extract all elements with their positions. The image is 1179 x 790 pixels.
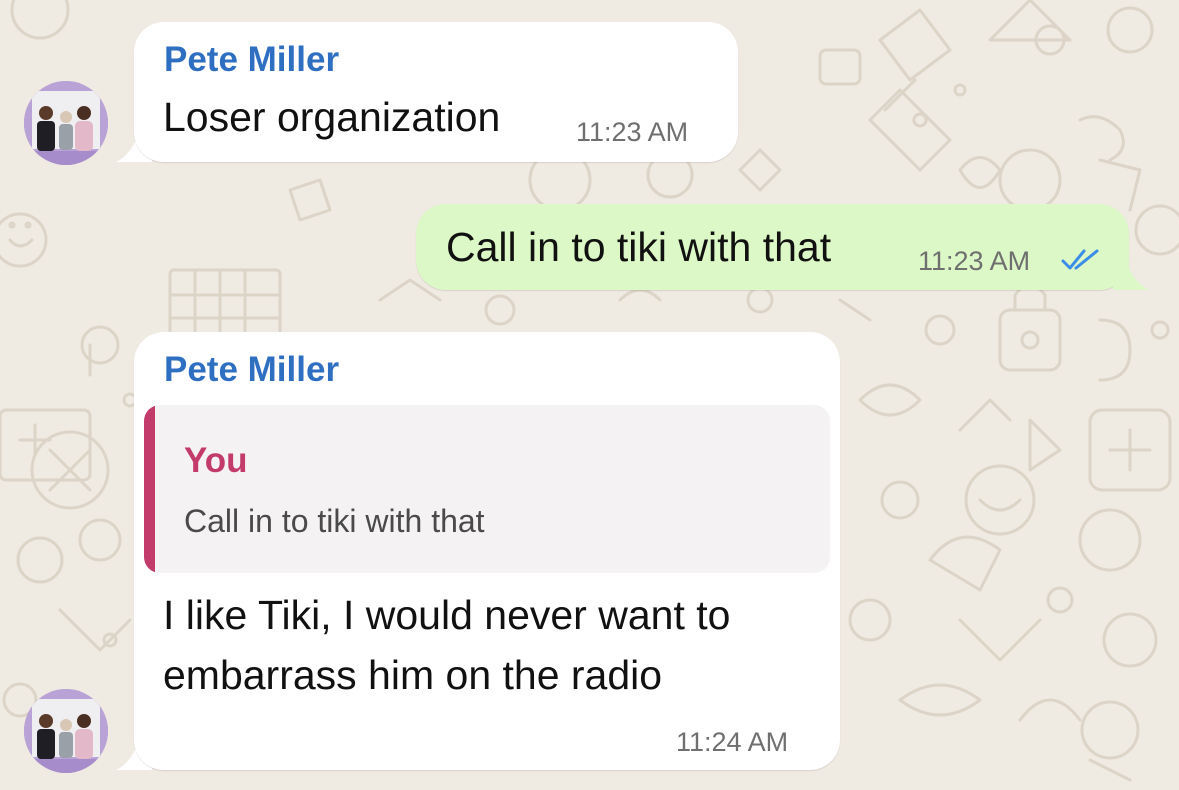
message-timestamp: 11:23 AM [918,246,1031,276]
message-timestamp: 11:23 AM [576,117,689,147]
message-text-line: I like Tiki, I would never want to [163,592,731,638]
sender-name[interactable]: Pete Miller [164,350,339,390]
message-text: Call in to tiki with that [446,224,832,270]
avatar[interactable] [24,689,108,773]
double-check-read-icon [1061,249,1099,270]
contact-photo-icon [24,81,108,165]
quoted-message[interactable]: You Call in to tiki with that [144,405,830,573]
quoted-text: Call in to tiki with that [184,503,485,539]
message-text-line: embarrass him on the radio [163,652,663,698]
bubble-tail [1113,262,1149,290]
avatar[interactable] [24,81,108,165]
message-timestamp: 11:24 AM [676,727,789,757]
sender-name[interactable]: Pete Miller [164,40,339,80]
message-text: Loser organization [163,94,501,140]
quote-accent-bar [144,405,155,573]
contact-photo-icon [24,689,108,773]
quoted-author: You [184,441,248,480]
